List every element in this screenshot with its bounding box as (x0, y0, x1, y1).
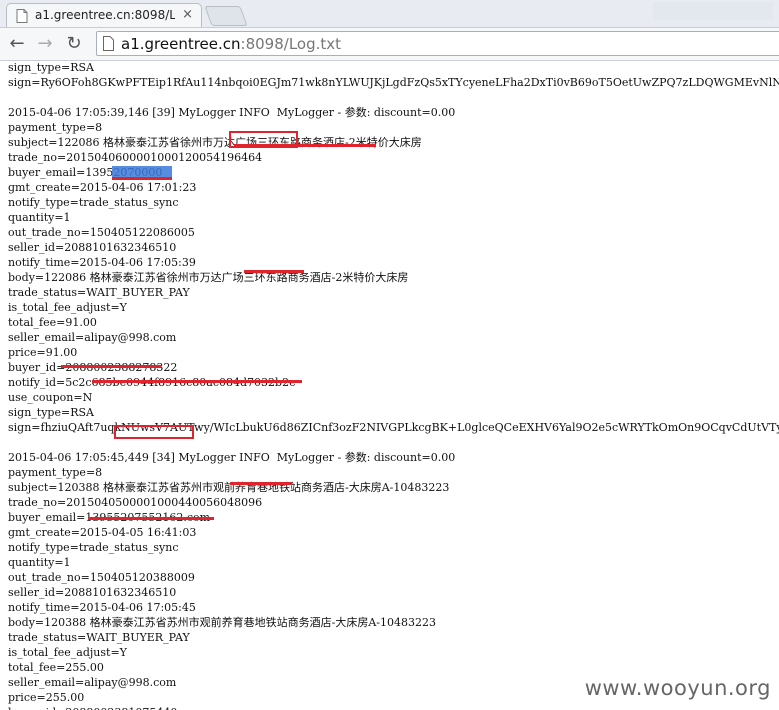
forward-icon[interactable]: → (34, 33, 56, 55)
log-content: sign_type=RSA sign=Ry6OFoh8GKwPFTEip1RfAu… (8, 60, 779, 710)
log-line: notify_time=2015-04-06 17:05:45 (8, 601, 196, 614)
log-line: subject=120388 格林豪泰江苏省苏州市观前养育巷地铁站商务酒店-大床… (8, 481, 450, 494)
document-icon (16, 9, 28, 23)
close-icon[interactable]: × (182, 7, 193, 22)
log-line: total_fee=255.00 (8, 661, 104, 674)
redaction-mark (234, 144, 376, 147)
log-line: use_coupon=N (8, 391, 93, 404)
log-line: trade_status=WAIT_BUYER_PAY (8, 286, 190, 299)
redaction-mark (92, 380, 302, 383)
log-line: is_total_fee_adjust=Y (8, 646, 127, 659)
log-line: sign=Ry6OFoh8GKwPFTEip1RfAu114nbqoi0EGJm… (8, 76, 779, 89)
log-line: is_total_fee_adjust=Y (8, 301, 127, 314)
log-line: buyer_id=2088002381075440 (8, 705, 779, 710)
url-text: a1.greentree.cn:8098/Log.txt (121, 35, 341, 53)
redaction-mark (230, 482, 292, 485)
log-line: seller_email=alipay@998.com (8, 331, 177, 344)
log-line: payment_type=8 (8, 121, 103, 134)
log-line: gmt_create=2015-04-05 16:41:03 (8, 526, 197, 539)
browser-tab[interactable]: a1.greentree.cn:8098/Lc × (6, 3, 202, 27)
tab-title: a1.greentree.cn:8098/Lc (35, 8, 175, 22)
log-line: out_trade_no=150405120388009 (8, 571, 195, 584)
redaction-mark (112, 177, 172, 180)
log-line: notify_type=trade_status_sync (8, 196, 179, 209)
log-line: quantity=1 (8, 211, 71, 224)
back-icon[interactable]: ← (6, 33, 28, 55)
redaction-mark (61, 365, 161, 368)
log-line: payment_type=8 (8, 466, 103, 479)
log-line: subject=122086 格林豪泰江苏省徐州市万达广场三环东路商务酒店-2米… (8, 136, 422, 149)
log-line: quantity=1 (8, 556, 71, 569)
reload-icon[interactable]: ↻ (63, 33, 85, 55)
log-line: sign_type=RSA (8, 406, 94, 419)
redaction-box (114, 425, 194, 439)
redaction-mark (88, 517, 214, 520)
log-line: total_fee=91.00 (8, 316, 97, 329)
url-path: :8098/Log.txt (240, 35, 342, 53)
log-line: trade_no=2015040600001000120054196464 (8, 151, 263, 164)
browser-toolbar: ← → ↻ a1.greentree.cn:8098/Log.txt (0, 28, 779, 61)
new-tab-button[interactable] (204, 6, 248, 26)
log-line: notify_type=trade_status_sync (8, 541, 179, 554)
log-line: body=120388 格林豪泰江苏省苏州市观前养育巷地铁站商务酒店-大床房A-… (8, 616, 436, 629)
address-bar[interactable]: a1.greentree.cn:8098/Log.txt (96, 31, 779, 56)
page-icon (103, 36, 114, 51)
redaction-mark (244, 270, 304, 273)
watermark: www.wooyun.org (584, 676, 771, 700)
log-line: body=122086 格林豪泰江苏省徐州市万达广场三环东路商务酒店-2米特价大… (8, 271, 409, 284)
log-line: out_trade_no=150405122086005 (8, 226, 195, 239)
log-line: trade_status=WAIT_BUYER_PAY (8, 631, 190, 644)
window-controls[interactable] (653, 2, 773, 20)
log-line: seller_id=2088101632346510 (8, 241, 177, 254)
log-line: price=91.00 (8, 346, 78, 359)
log-line: 2015-04-06 17:05:45,449 [34] MyLogger IN… (8, 451, 456, 464)
log-line: sign_type=RSA (8, 61, 94, 74)
log-line: trade_no=2015040500001000440056048096 (8, 496, 263, 509)
log-line: gmt_create=2015-04-06 17:01:23 (8, 181, 197, 194)
log-line: seller_id=2088101632346510 (8, 586, 177, 599)
log-line: 2015-04-06 17:05:39,146 [39] MyLogger IN… (8, 106, 456, 119)
url-host: a1.greentree.cn (121, 35, 241, 53)
tab-strip: a1.greentree.cn:8098/Lc × (0, 0, 779, 28)
log-line: notify_time=2015-04-06 17:05:39 (8, 256, 196, 269)
